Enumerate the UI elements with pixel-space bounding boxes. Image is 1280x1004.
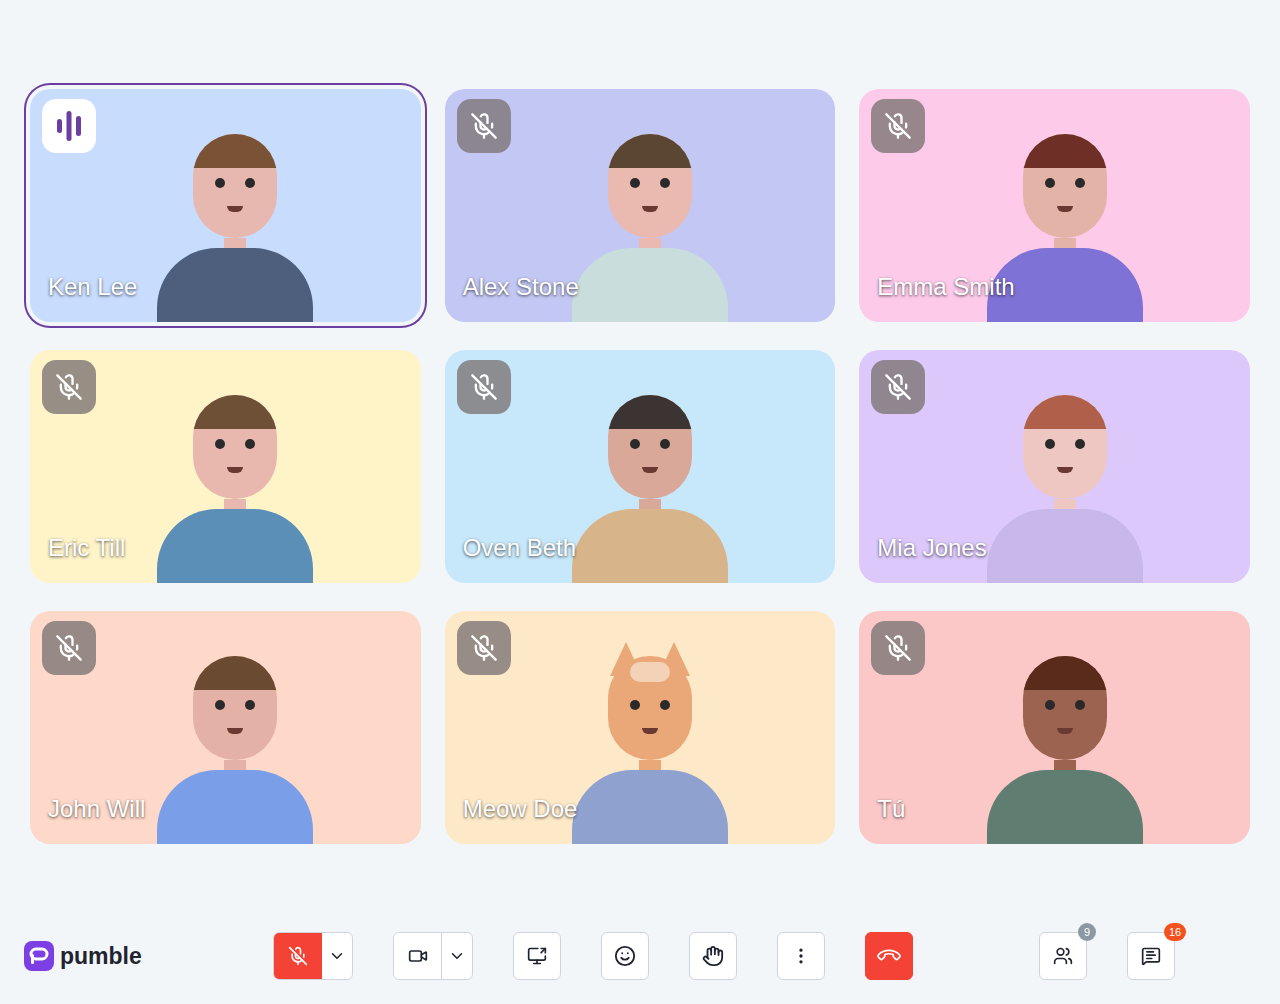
chevron-down-icon [328,947,346,965]
mic-off-icon [470,373,498,401]
share-screen-button[interactable] [513,932,561,980]
camera-icon [408,946,428,966]
pumble-logo: pumble [24,939,273,974]
participant-tile[interactable]: John Will [30,611,421,844]
participants-count-badge: 9 [1078,923,1096,941]
avatar-head [608,395,692,499]
mic-off-icon [55,634,83,662]
mic-off-icon [470,112,498,140]
mic-off-icon [470,634,498,662]
participant-grid: Ken Lee Alex Stone Emma Smith Eric Till Oven… [0,0,1280,844]
muted-indicator [871,621,925,675]
call-toolbar: pumble 916 [0,932,1280,980]
side-controls: 916 [1039,932,1175,980]
reactions-button[interactable] [601,932,649,980]
mic-off-icon [884,373,912,401]
participant-tile[interactable]: Emma Smith [859,89,1250,322]
mic-control [273,932,353,980]
participant-tile[interactable]: Eric Till [30,350,421,583]
avatar-head [193,656,277,760]
muted-indicator [871,99,925,153]
participant-name: Meow Doe [463,794,578,824]
participants-button[interactable] [1039,932,1087,980]
camera-control [393,932,473,980]
hang-up-icon [875,942,903,970]
participant-name: Mia Jones [877,533,986,563]
muted-indicator [457,99,511,153]
participant-name: Alex Stone [463,272,579,302]
participant-name: Emma Smith [877,272,1014,302]
chevron-down-icon [448,947,466,965]
avatar-head [193,395,277,499]
raise-hand-button[interactable] [689,932,737,980]
muted-indicator [457,621,511,675]
avatar-body [157,770,313,844]
avatar-body [572,509,728,583]
mic-off-icon [288,946,308,966]
mic-options-button[interactable] [322,933,352,979]
avatar-head [193,134,277,238]
call-controls [273,932,913,980]
avatar-body [987,509,1143,583]
participant-name: Ken Lee [48,272,137,302]
camera-button[interactable] [394,933,442,979]
mic-off-icon [884,634,912,662]
smile-icon [614,945,636,967]
muted-indicator [871,360,925,414]
participant-name: John Will [48,794,145,824]
avatar-head [1023,395,1107,499]
call-screen: Ken Lee Alex Stone Emma Smith Eric Till Oven… [0,0,1280,1004]
avatar-body [572,248,728,322]
avatar-head [1023,656,1107,760]
avatar-body [987,770,1143,844]
end-call-button[interactable] [865,932,913,980]
more-button[interactable] [777,932,825,980]
mic-button[interactable] [274,933,322,979]
avatar-body [572,770,728,844]
participant-tile[interactable]: Oven Beth [445,350,836,583]
participant-name: Tú [877,794,905,824]
participant-tile[interactable]: Mia Jones [859,350,1250,583]
participant-tile[interactable]: Alex Stone [445,89,836,322]
camera-options-button[interactable] [442,933,472,979]
speaking-indicator [42,99,96,153]
avatar-head [1023,134,1107,238]
participant-tile[interactable]: Meow Doe [445,611,836,844]
avatar-body [157,248,313,322]
muted-indicator [42,360,96,414]
avatar-head [608,656,692,760]
mic-off-icon [884,112,912,140]
participant-name: Eric Till [48,533,125,563]
more-icon [791,946,811,966]
chat-count-badge: 16 [1164,923,1186,941]
pumble-logo-icon [24,941,54,971]
hand-icon [702,945,724,967]
participant-name: Oven Beth [463,533,576,563]
muted-indicator [42,621,96,675]
participant-tile[interactable]: Tú [859,611,1250,844]
chat-icon [1141,946,1161,966]
mic-off-icon [55,373,83,401]
muted-indicator [457,360,511,414]
avatar-head [608,134,692,238]
share-screen-icon [527,946,547,966]
participants-icon [1053,946,1073,966]
avatar-body [157,509,313,583]
sound-wave-icon [55,109,83,143]
participant-tile[interactable]: Ken Lee [30,89,421,322]
